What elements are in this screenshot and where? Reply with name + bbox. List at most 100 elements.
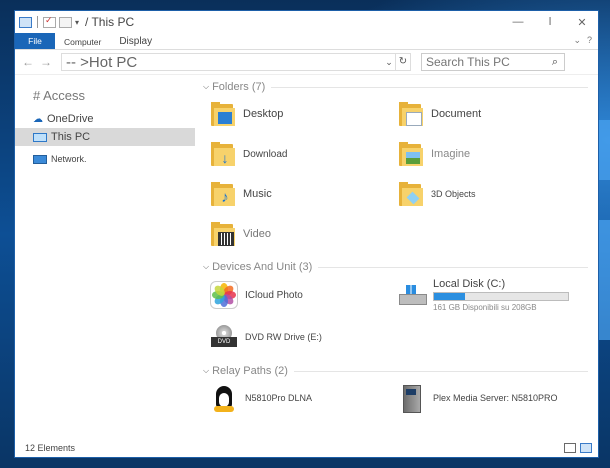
content-area: # Access ☁ OneDrive This PC Network. ⌵ F…: [15, 74, 598, 439]
sidebar-item-onedrive[interactable]: ☁ OneDrive: [15, 110, 195, 128]
title-bar: ▾ / This PC — ǀ ✕: [15, 11, 598, 33]
toolbar-divider: [37, 16, 38, 28]
explorer-window: ▾ / This PC — ǀ ✕ File Computer Display …: [14, 10, 599, 458]
disk-usage-bar: [433, 292, 569, 301]
view-toggle: [564, 443, 592, 453]
tab-display[interactable]: Display: [110, 36, 161, 49]
drive-free-space: 161 GB Disponibili su 208GB: [433, 303, 537, 312]
network-location-dlna[interactable]: N5810Pro DLNA: [209, 378, 391, 418]
sidebar-item-label: # Access: [33, 87, 86, 103]
sidebar-item-network[interactable]: Network.: [15, 150, 195, 168]
dvd-drive-icon: DVD: [209, 322, 239, 352]
documents-folder-icon: [397, 100, 425, 128]
sidebar-item-this-pc[interactable]: This PC: [15, 128, 195, 146]
folder-desktop[interactable]: Desktop: [209, 94, 391, 134]
group-divider: [318, 266, 588, 268]
folder-music[interactable]: ♪ Music: [209, 174, 391, 214]
drive-dvd-rw-e[interactable]: DVD DVD RW Drive (E:): [209, 316, 391, 358]
collapse-ribbon-icon[interactable]: ⌄: [573, 35, 581, 46]
details-view-icon[interactable]: [564, 443, 576, 453]
onedrive-icon: ☁: [33, 113, 43, 125]
videos-folder-icon: [209, 220, 237, 248]
folder-label: Document: [431, 108, 482, 120]
drive-label: DVD RW Drive (E:): [245, 332, 322, 342]
music-folder-icon: ♪: [209, 180, 237, 208]
group-divider: [293, 370, 588, 372]
search-icon[interactable]: ⌕: [546, 56, 564, 69]
network-label: Plex Media Server: N5810PRO: [433, 393, 558, 403]
close-button[interactable]: ✕: [566, 16, 598, 29]
folder-label: Video: [243, 228, 271, 240]
folder-imagine[interactable]: Imagine: [397, 134, 579, 174]
folders-grid: Desktop Document ↓ Download Imagine ♪ Mu…: [203, 94, 598, 254]
new-folder-icon[interactable]: [59, 16, 72, 28]
folder-download[interactable]: ↓ Download: [209, 134, 391, 174]
address-bar-row: ← → -- >Hot PC ⌄ ↻ ⌕: [15, 50, 598, 75]
window-title: / This PC: [85, 15, 135, 29]
minimize-button[interactable]: —: [502, 16, 534, 29]
tab-computer[interactable]: Computer: [55, 37, 110, 49]
folder-label: Download: [243, 148, 288, 160]
folder-3d-objects[interactable]: 3D Objects: [397, 174, 579, 214]
group-header-folders[interactable]: ⌵ Folders (7): [203, 80, 598, 94]
sidebar-item-quick-access[interactable]: # Access: [15, 86, 195, 104]
large-icons-view-icon[interactable]: [580, 443, 592, 453]
network-location-plex[interactable]: Plex Media Server: N5810PRO: [397, 378, 579, 418]
network-icon: [33, 154, 47, 164]
device-icloud-photo[interactable]: ICloud Photo: [209, 274, 391, 316]
sidebar-item-label: OneDrive: [47, 113, 94, 125]
pictures-folder-icon: [397, 140, 425, 168]
refresh-button[interactable]: ↻: [396, 53, 411, 71]
status-bar: 12 Elements: [15, 439, 598, 457]
item-count: 12 Elements: [25, 443, 76, 453]
forward-button[interactable]: →: [37, 55, 55, 69]
devices-grid: ICloud Photo Local Disk (C:) 161 GB Disp…: [203, 274, 598, 358]
quick-access-toolbar: ▾: [19, 15, 79, 28]
3d-objects-folder-icon: [397, 180, 425, 208]
drive-label: Local Disk (C:): [433, 278, 506, 290]
wallpaper-ray: [598, 220, 610, 340]
sidebar-item-label: Network.: [51, 154, 87, 164]
folder-video[interactable]: Video: [209, 214, 391, 254]
drive-info: Local Disk (C:) 161 GB Disponibili su 20…: [433, 278, 569, 312]
address-bar[interactable]: -- >Hot PC ⌄: [61, 53, 396, 71]
group-title: Folders (7): [212, 81, 266, 93]
drive-local-disk-c[interactable]: Local Disk (C:) 161 GB Disponibili su 20…: [397, 274, 579, 316]
ribbon-right-controls: ⌄ ?: [573, 35, 592, 46]
chevron-down-icon[interactable]: ⌵: [203, 366, 209, 376]
breadcrumb[interactable]: -- >Hot PC: [66, 54, 137, 71]
ribbon-tabs: File Computer Display ⌄ ?: [15, 33, 598, 50]
media-server-icon: [397, 383, 427, 413]
folder-label: Desktop: [243, 108, 284, 120]
maximize-button[interactable]: ǀ: [534, 16, 566, 29]
icloud-photos-icon: [209, 280, 239, 310]
computer-icon: [33, 132, 47, 142]
search-box[interactable]: ⌕: [421, 53, 565, 71]
folder-label: 3D Objects: [431, 189, 476, 199]
desktop-folder-icon: [209, 100, 237, 128]
chevron-down-icon[interactable]: ⌵: [203, 262, 209, 272]
network-grid: N5810Pro DLNA Plex Media Server: N5810PR…: [203, 378, 598, 418]
tab-file[interactable]: File: [15, 33, 55, 49]
folder-document[interactable]: Document: [397, 94, 579, 134]
chevron-down-icon[interactable]: ⌄: [383, 57, 395, 68]
group-header-devices[interactable]: ⌵ Devices And Unit (3): [203, 260, 598, 274]
search-input[interactable]: [422, 54, 546, 70]
computer-icon: [19, 16, 32, 28]
file-view: ⌵ Folders (7) Desktop Document ↓ Downloa…: [195, 74, 598, 439]
device-label: ICloud Photo: [245, 289, 303, 301]
disk-usage-fill: [434, 293, 465, 300]
group-header-network-locations[interactable]: ⌵ Relay Paths (2): [203, 364, 598, 378]
hard-disk-icon: [397, 280, 427, 310]
sidebar-item-label: This PC: [51, 131, 91, 143]
back-button[interactable]: ←: [19, 55, 37, 69]
navigation-pane: # Access ☁ OneDrive This PC Network.: [15, 74, 195, 439]
customize-dropdown-icon[interactable]: ▾: [75, 18, 79, 27]
properties-icon[interactable]: [43, 15, 56, 28]
chevron-down-icon[interactable]: ⌵: [203, 82, 209, 92]
help-icon[interactable]: ?: [587, 35, 592, 46]
group-title: Relay Paths (2): [212, 365, 288, 377]
group-divider: [271, 86, 588, 88]
window-controls: — ǀ ✕: [502, 16, 598, 29]
dvd-logo: DVD: [211, 337, 237, 347]
